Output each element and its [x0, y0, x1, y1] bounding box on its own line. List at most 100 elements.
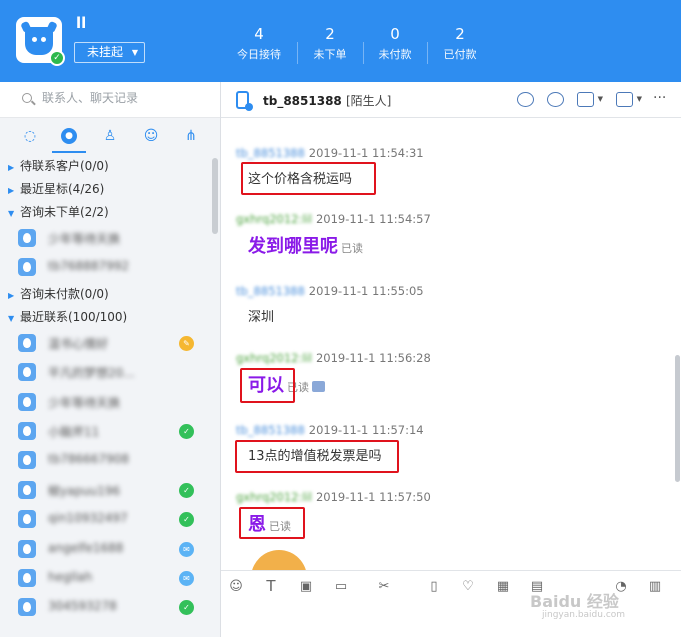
highlight-box: [239, 507, 305, 539]
message-text: 发到哪里呢: [248, 236, 338, 257]
contact-name: 椒yapuu196: [48, 483, 121, 498]
more-icon[interactable]: ···: [653, 90, 670, 106]
scrollbar[interactable]: [675, 355, 680, 482]
contact-name: 平凡的梦想20...: [48, 366, 135, 381]
contact-group-label: 咨询未付款(0/0): [20, 286, 109, 301]
status-label: 未挂起: [87, 45, 124, 59]
account-name: ll: [76, 14, 87, 32]
phone-icon[interactable]: ▯: [426, 579, 442, 594]
sender-name: tb_8851388: [236, 146, 305, 160]
message-time: 2019-11-1 11:55:05: [308, 284, 424, 298]
chat-header: tb_8851388 [陌生人] ▼ ▼ ···: [221, 82, 681, 118]
contact-group-label: 最近联系(100/100): [20, 309, 128, 324]
contact-group[interactable]: ▶ 待联系客户(0/0): [0, 155, 210, 178]
contact-group[interactable]: ▶ 最近星标(4/26): [0, 178, 210, 201]
sender-name: gxhrq2012:lil: [236, 351, 312, 365]
expanded-triangle-icon: ▼: [8, 209, 15, 218]
task-icon[interactable]: ▼: [577, 92, 603, 107]
sender-name: gxhrq2012:lil: [236, 490, 312, 504]
collapsed-triangle-icon: ▶: [8, 186, 15, 195]
contact-name: 304593278: [48, 599, 117, 614]
chat-bubble-icon[interactable]: ◌: [20, 126, 40, 146]
contact-item[interactable]: tb786667908: [0, 446, 210, 475]
contact-name: hegllah: [48, 569, 93, 584]
font-icon[interactable]: T: [263, 579, 279, 594]
watermark-url: jingyan.baidu.com: [542, 610, 626, 620]
scissors-icon[interactable]: ✂: [376, 579, 392, 594]
history-icon[interactable]: ▥: [647, 579, 663, 594]
contact-group[interactable]: ▼ 最近联系(100/100): [0, 306, 210, 329]
contact-item[interactable]: 椒yapuu196 ✓: [0, 476, 210, 505]
chevron-down-icon: ▼: [131, 48, 138, 57]
message-time: 2019-11-1 11:54:57: [315, 212, 431, 226]
message-time: 2019-11-1 11:56:28: [315, 351, 431, 365]
contact-item[interactable]: 304593278 ✓: [0, 593, 210, 622]
contact-item[interactable]: 少年等待天换: [0, 388, 210, 417]
folder-icon[interactable]: ▭: [333, 579, 349, 594]
contact-group-label: 待联系客户(0/0): [20, 159, 109, 173]
stat-value: 4: [254, 25, 264, 43]
calculator-icon[interactable]: ▦: [495, 579, 511, 594]
search-input[interactable]: [42, 91, 202, 105]
message-meta: gxhrq2012:lil 2019-11-1 11:56:28: [236, 350, 431, 366]
watermark-brand: Baidu 经验: [530, 592, 619, 611]
heart-icon[interactable]: ♡: [460, 579, 476, 594]
contact-item[interactable]: 温书心情好 ✎: [0, 329, 210, 358]
emoji-icon[interactable]: ☺: [228, 579, 244, 594]
sender-name: tb_8851388: [236, 423, 305, 437]
contact-group-label: 咨询未下单(2/2): [20, 205, 109, 219]
contact-item[interactable]: angelfe1688 ✉: [0, 535, 210, 564]
message-meta: tb_8851388 2019-11-1 11:57:14: [236, 422, 424, 438]
avatar: [18, 258, 36, 277]
org-chart-icon[interactable]: ⋔: [181, 126, 201, 146]
message-meta: tb_8851388 2019-11-1 11:55:05: [236, 283, 424, 299]
baidu-watermark: Baidu 经验 jingyan.baidu.com: [530, 588, 625, 620]
avatar: [18, 480, 36, 499]
avatar: [18, 363, 36, 382]
stat-not-ordered[interactable]: 2 未下单: [298, 24, 362, 66]
image-icon[interactable]: ▣: [298, 579, 314, 594]
stat-today-received[interactable]: 4 今日接待: [227, 24, 291, 66]
stat-label: 未付款: [378, 48, 412, 61]
status-badge-icon: ✎: [179, 335, 194, 351]
stat-not-paid[interactable]: 0 未付款: [363, 24, 427, 66]
message-bubble[interactable]: 发到哪里呢 已读: [248, 232, 363, 258]
people-icon[interactable]: ☺: [141, 126, 161, 146]
online-check-icon: ✓: [49, 50, 65, 66]
expanded-triangle-icon: ▼: [8, 313, 15, 323]
app-logo: ✓: [16, 17, 65, 66]
status-badge-icon: ✉: [179, 541, 194, 557]
avatar: [18, 229, 36, 247]
highlight-box: [241, 162, 376, 195]
status-badge-icon: ✓: [179, 512, 194, 528]
stat-value: 2: [325, 25, 335, 43]
status-dropdown[interactable]: 未挂起 ▼: [74, 42, 145, 63]
contact-item[interactable]: hegllah ✉: [0, 564, 210, 593]
more-options-icon[interactable]: [312, 381, 325, 392]
video-call-icon[interactable]: ▼: [616, 92, 642, 107]
stat-paid[interactable]: 2 已付款: [428, 24, 492, 66]
contact-group[interactable]: ▼ 咨询未下单(2/2): [0, 201, 210, 224]
add-contact-icon[interactable]: [547, 92, 564, 107]
person-icon[interactable]: ♙: [100, 126, 120, 146]
sender-name: tb_8851388: [236, 284, 305, 298]
contact-name: 温书心情好: [48, 336, 109, 351]
contact-item[interactable]: 少年等待天换: [0, 224, 210, 253]
contact-item[interactable]: 平凡的梦想20...: [0, 358, 210, 387]
message-bubble[interactable]: 深圳: [248, 306, 274, 325]
search-box[interactable]: [0, 82, 220, 118]
contact-group[interactable]: ▶ 咨询未付款(0/0): [0, 283, 210, 306]
status-badge-icon: ✓: [179, 423, 194, 439]
contact-item[interactable]: qin10932497 ✓: [0, 505, 210, 534]
contact-tree: ▶ 待联系客户(0/0) ▶ 最近星标(4/26) ▼ 咨询未下单(2/2) 少年等待天换 t…: [0, 155, 210, 623]
clock-icon[interactable]: ●: [61, 128, 77, 144]
avatar: [18, 392, 36, 411]
scrollbar[interactable]: [212, 158, 218, 234]
contact-name: angelfe1688: [48, 540, 124, 555]
message-list: tb_8851388 2019-11-1 11:54:31 这个价格含税运吗 gxhr…: [221, 118, 674, 570]
status-badge-icon: ✉: [179, 570, 194, 586]
contact-tag: [陌生人]: [345, 94, 392, 108]
contact-item[interactable]: 小脑斧11 ✓: [0, 417, 210, 446]
chat-bubble-icon[interactable]: [517, 92, 534, 107]
contact-item[interactable]: tb768887992: [0, 253, 210, 282]
